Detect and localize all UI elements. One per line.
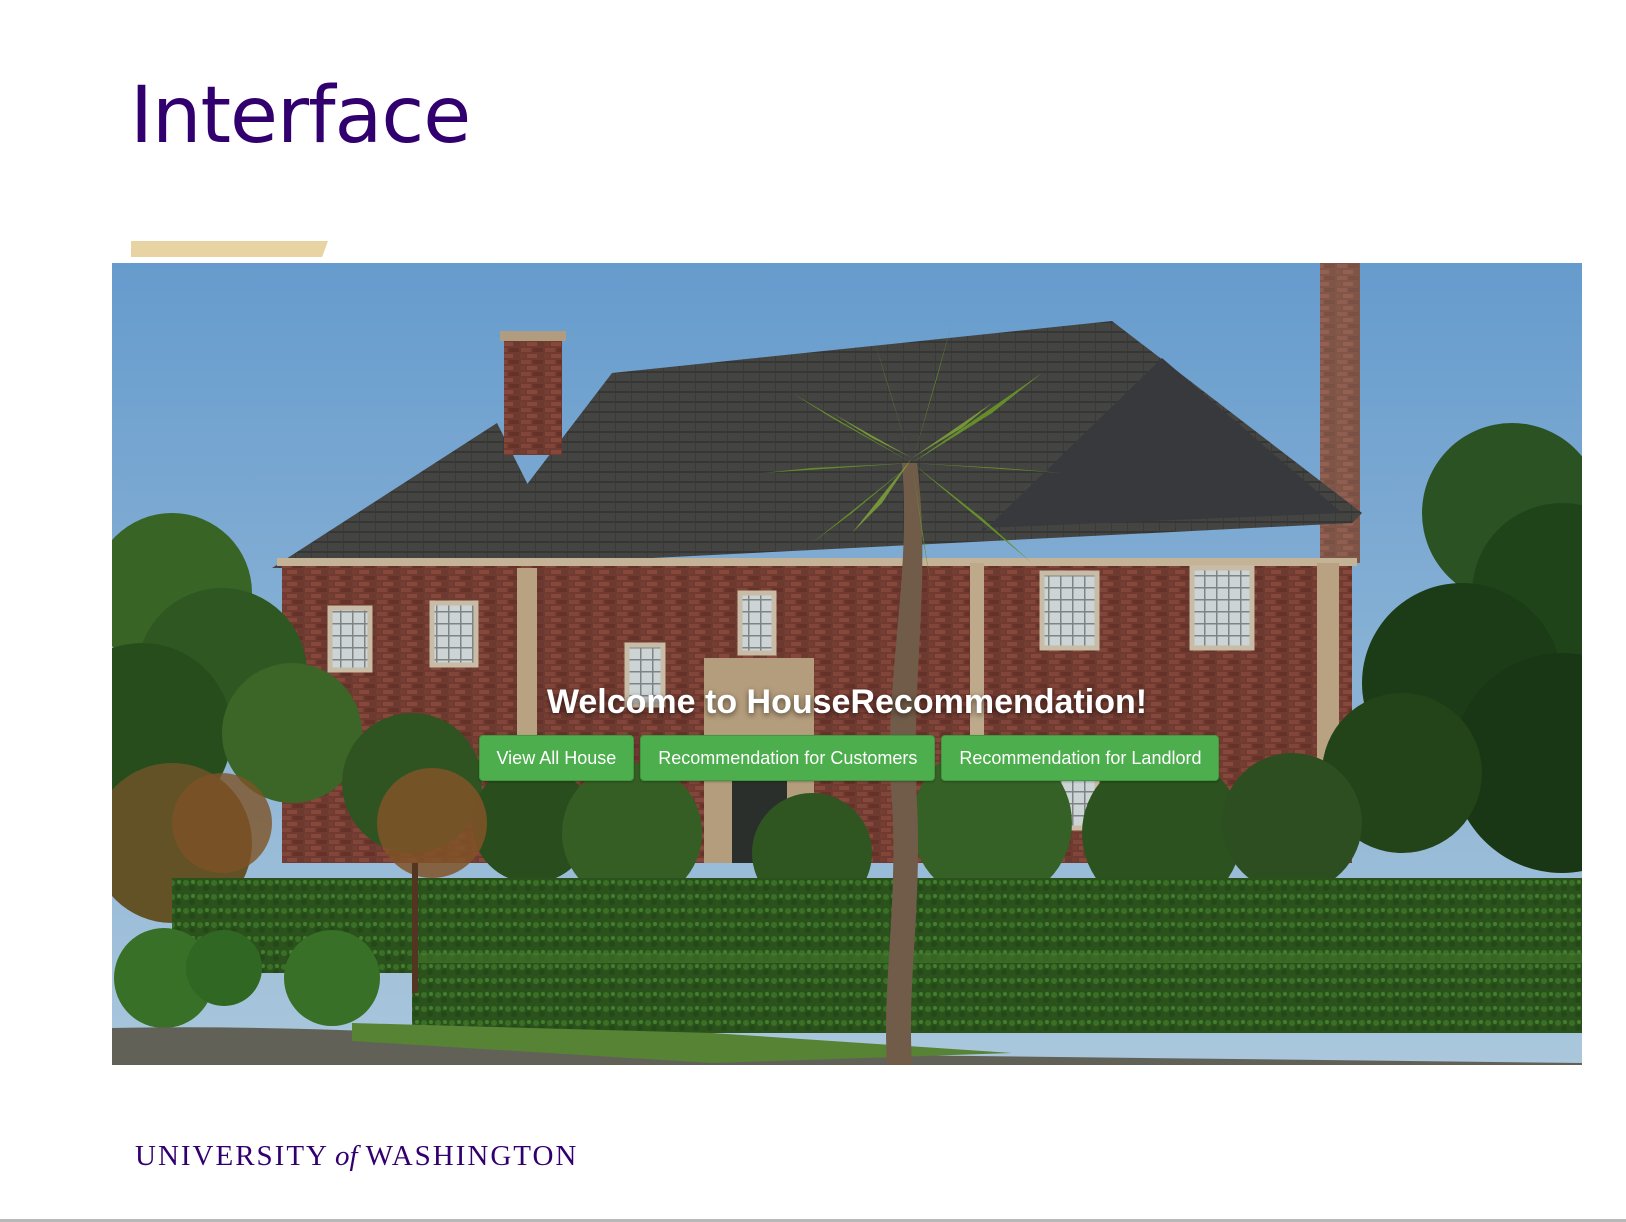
- hero-house-image: [112, 263, 1582, 1065]
- logo-word-washington: WASHINGTON: [365, 1140, 579, 1172]
- logo-word-of: of: [335, 1140, 358, 1172]
- hero-button-group: View All House Recommendation for Custom…: [112, 735, 1582, 781]
- logo-word-university: UNIVERSITY: [135, 1140, 329, 1172]
- recommendation-landlord-button[interactable]: Recommendation for Landlord: [941, 735, 1220, 781]
- slide-title: Interface: [130, 71, 471, 161]
- recommendation-customers-button[interactable]: Recommendation for Customers: [640, 735, 936, 781]
- welcome-heading: Welcome to HouseRecommendation!: [546, 683, 1148, 721]
- view-all-house-button[interactable]: View All House: [478, 735, 635, 781]
- university-logo: UNIVERSITY of WASHINGTON: [135, 1140, 578, 1173]
- accent-bar: [131, 241, 328, 257]
- hero-section: Welcome to HouseRecommendation! View All…: [112, 263, 1582, 1065]
